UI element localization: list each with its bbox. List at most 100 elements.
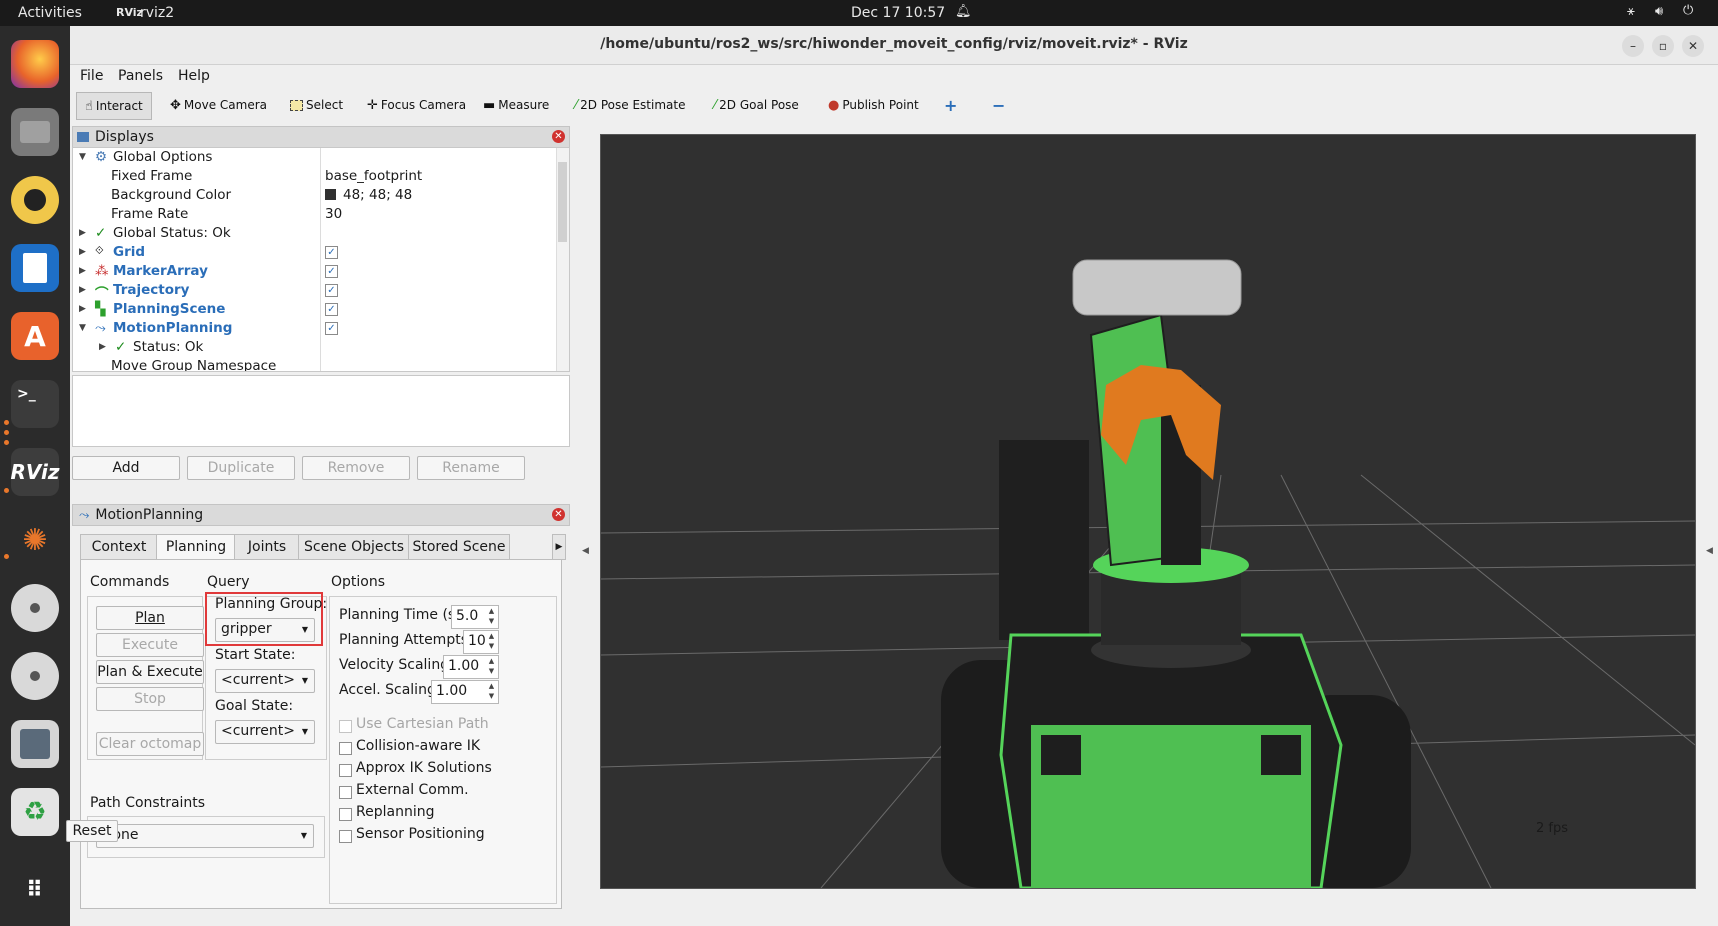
menu-help[interactable]: Help: [178, 68, 210, 84]
planning-attempts-spinbox[interactable]: 10 ▲ ▼: [463, 630, 499, 654]
power-icon[interactable]: ⏻: [1683, 3, 1693, 18]
writer-icon[interactable]: [11, 244, 59, 292]
files-icon[interactable]: [11, 108, 59, 156]
plan-button[interactable]: Plan: [96, 606, 204, 630]
pose-estimate-tool[interactable]: ⁄ 2D Pose Estimate: [575, 94, 685, 116]
disc-2-icon[interactable]: [11, 652, 59, 700]
rename-button[interactable]: Rename: [417, 456, 525, 480]
tree-row-status-ok[interactable]: ▶ ✓ Status: Ok: [73, 338, 569, 357]
rviz-mini-icon: RViz: [116, 6, 143, 19]
network-icon[interactable]: ⚹: [1627, 4, 1635, 19]
tree-row-planningscene[interactable]: ▶ ▚ PlanningScene ✓: [73, 300, 569, 319]
publish-point-tool[interactable]: ● Publish Point: [828, 94, 919, 116]
close-icon[interactable]: ✕: [1682, 35, 1704, 57]
goal-state-select[interactable]: <current> ▼: [215, 720, 315, 744]
minimize-icon[interactable]: –: [1622, 35, 1644, 57]
sensor-positioning-checkbox[interactable]: [339, 830, 352, 843]
collapse-left-icon[interactable]: ◀: [582, 546, 589, 556]
duplicate-button[interactable]: Duplicate: [187, 456, 295, 480]
select-icon: [290, 99, 303, 111]
start-state-select[interactable]: <current> ▼: [215, 669, 315, 693]
trajectory-checkbox[interactable]: ✓: [325, 284, 338, 297]
add-button[interactable]: Add: [72, 456, 180, 480]
move-camera-tool[interactable]: ✥ Move Camera: [170, 94, 267, 116]
volume-icon[interactable]: 🔊︎: [1655, 4, 1663, 19]
trash-icon[interactable]: ♻: [11, 788, 59, 836]
velocity-scaling-spinbox[interactable]: 1.00 ▲ ▼: [443, 655, 499, 679]
plan-execute-button[interactable]: Plan & Execute: [96, 660, 204, 684]
tree-row-frame-rate[interactable]: Frame Rate 30: [73, 205, 569, 224]
tree-row-move-group-namespace[interactable]: Move Group Namespace: [73, 357, 569, 371]
tree-row-motionplanning[interactable]: ▼ ⤳ MotionPlanning ✓: [73, 319, 569, 338]
clear-octomap-button[interactable]: Clear octomap: [96, 732, 204, 756]
clock[interactable]: Dec 17 10:57: [851, 5, 945, 21]
title-bar: /home/ubuntu/ros2_ws/src/hiwonder_moveit…: [70, 26, 1718, 65]
replanning-checkbox[interactable]: [339, 808, 352, 821]
tab-joints[interactable]: Joints: [234, 534, 300, 560]
path-constraints-select[interactable]: None ▼: [96, 824, 314, 848]
stop-button[interactable]: Stop: [96, 687, 204, 711]
maximize-icon[interactable]: ▫: [1652, 35, 1674, 57]
measure-tool[interactable]: ▬ Measure: [483, 94, 549, 116]
trajectory-icon: ⌒: [95, 286, 109, 302]
external-comm-checkbox[interactable]: [339, 786, 352, 799]
terminal-icon[interactable]: >_: [11, 380, 59, 428]
3d-viewport[interactable]: [600, 134, 1696, 889]
tab-context[interactable]: Context: [80, 534, 158, 560]
app-center-icon[interactable]: A: [11, 312, 59, 360]
tab-stored-scene[interactable]: Stored Scene: [408, 534, 510, 560]
app-grid-icon[interactable]: ⠿: [11, 866, 59, 914]
focus-camera-tool[interactable]: ✛ Focus Camera: [367, 94, 466, 116]
rhythmbox-icon[interactable]: [11, 176, 59, 224]
goal-pose-tool[interactable]: ⁄ 2D Goal Pose: [714, 94, 799, 116]
approx-ik-checkbox[interactable]: [339, 764, 352, 777]
planningscene-checkbox[interactable]: ✓: [325, 303, 338, 316]
planning-tab-content: Commands Plan Execute Plan & Execute Sto…: [80, 559, 562, 909]
collapse-right-icon[interactable]: ◀: [1706, 546, 1713, 556]
display-description-area: [72, 375, 570, 447]
activities-button[interactable]: Activities: [18, 5, 82, 21]
reset-button[interactable]: Reset: [66, 820, 118, 842]
tree-row-global-options[interactable]: ▼ ⚙ Global Options: [73, 148, 569, 167]
tab-scroll-right-icon[interactable]: ▶: [552, 534, 566, 560]
tree-row-grid[interactable]: ▶ ⟐ Grid ✓: [73, 243, 569, 262]
close-panel-icon[interactable]: ✕: [552, 130, 565, 143]
remove-button[interactable]: Remove: [302, 456, 410, 480]
start-state-label: Start State:: [215, 647, 296, 663]
planning-time-spinbox[interactable]: 5.0 ▲ ▼: [451, 605, 499, 629]
motionplanning-checkbox[interactable]: ✓: [325, 322, 338, 335]
tree-row-trajectory[interactable]: ▶ ⌒ Trajectory ✓: [73, 281, 569, 302]
tab-scene-objects[interactable]: Scene Objects: [298, 534, 410, 560]
planning-group-select[interactable]: gripper ▼: [215, 618, 315, 642]
disc-1-icon[interactable]: [11, 584, 59, 632]
markerarray-checkbox[interactable]: ✓: [325, 265, 338, 278]
collision-aware-ik-checkbox[interactable]: [339, 742, 352, 755]
depth-camera: [1072, 259, 1242, 316]
tree-row-fixed-frame[interactable]: Fixed Frame base_footprint: [73, 167, 569, 186]
accel-scaling-spinbox[interactable]: 1.00 ▲ ▼: [431, 680, 499, 704]
tab-planning[interactable]: Planning: [156, 534, 236, 560]
app-name[interactable]: rviz2: [140, 5, 174, 21]
goal-state-label: Goal State:: [215, 698, 294, 714]
save-icon[interactable]: [11, 720, 59, 768]
remove-tool-icon[interactable]: −: [992, 94, 1005, 116]
tree-row-markerarray[interactable]: ▶ ⁂ MarkerArray ✓: [73, 262, 569, 281]
add-tool-icon[interactable]: +: [944, 94, 957, 116]
menu-file[interactable]: File: [80, 68, 103, 84]
menu-bar: File Panels Help: [70, 64, 1718, 88]
bell-icon[interactable]: 🔔︎: [955, 4, 972, 19]
grid-checkbox[interactable]: ✓: [325, 246, 338, 259]
planning-time-label: Planning Time (s):: [339, 607, 466, 623]
menu-panels[interactable]: Panels: [118, 68, 163, 84]
close-panel-icon[interactable]: ✕: [552, 508, 565, 521]
ros-tool-icon[interactable]: ✺: [11, 516, 59, 564]
firefox-icon[interactable]: [11, 40, 59, 88]
execute-button[interactable]: Execute: [96, 633, 204, 657]
rviz-icon[interactable]: RViz: [10, 448, 60, 496]
interact-tool[interactable]: ☝ Interact: [76, 92, 152, 120]
select-tool[interactable]: Select: [290, 94, 343, 116]
tree-row-global-status[interactable]: ▶ ✓ Global Status: Ok: [73, 224, 569, 243]
tree-row-background-color[interactable]: Background Color 48; 48; 48: [73, 186, 569, 205]
use-cartesian-path-checkbox[interactable]: [339, 720, 352, 733]
replanning-label: Replanning: [356, 804, 435, 820]
